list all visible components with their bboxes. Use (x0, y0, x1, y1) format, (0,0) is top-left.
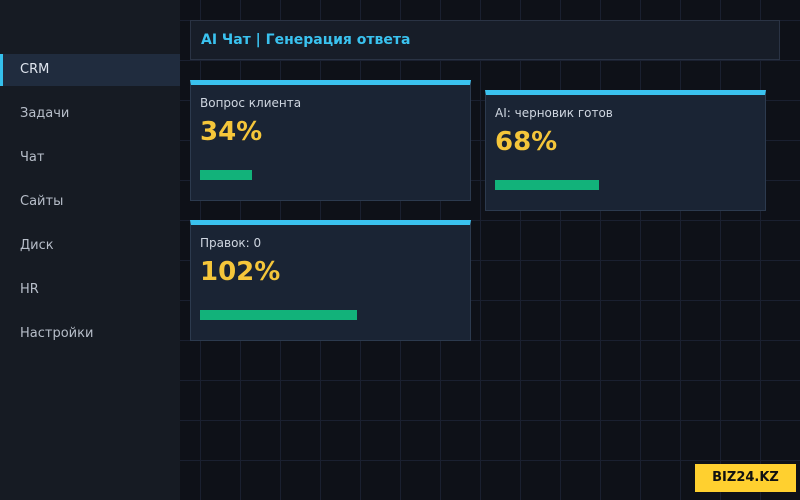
sidebar-item-hr[interactable]: HR (0, 274, 180, 306)
sidebar: CRM Задачи Чат Сайты Диск HR Настройки (0, 0, 180, 500)
sidebar-item-chat[interactable]: Чат (0, 142, 180, 174)
progress-bar-fill (200, 310, 357, 320)
progress-track (495, 180, 756, 190)
card-label: AI: черновик готов (495, 106, 613, 120)
page-header: AI Чат | Генерация ответа (190, 20, 780, 60)
progress-bar-fill (200, 170, 253, 180)
stat-card-edits: Правок: 0 102% (190, 220, 471, 341)
card-value: 68% (495, 127, 558, 157)
sidebar-item-tasks[interactable]: Задачи (0, 98, 180, 130)
card-value: 34% (200, 117, 263, 147)
card-value: 102% (200, 257, 281, 287)
watermark-badge: BIZ24.KZ (695, 464, 796, 492)
sidebar-item-label: Чат (20, 150, 45, 165)
app-window: CRM Задачи Чат Сайты Диск HR Настройки A… (0, 0, 800, 500)
sidebar-item-label: Сайты (20, 194, 64, 209)
progress-track (200, 310, 461, 320)
stat-card-client-question: Вопрос клиента 34% (190, 80, 471, 201)
card-label: Правок: 0 (200, 236, 262, 250)
active-indicator (0, 54, 3, 86)
sidebar-item-label: Задачи (20, 106, 70, 121)
page-title: AI Чат | Генерация ответа (201, 32, 411, 48)
sidebar-item-settings[interactable]: Настройки (0, 318, 180, 350)
sidebar-item-sites[interactable]: Сайты (0, 186, 180, 218)
main-content: AI Чат | Генерация ответа Вопрос клиента… (180, 0, 800, 500)
sidebar-item-label: Настройки (20, 326, 94, 341)
sidebar-item-label: HR (20, 282, 39, 297)
progress-track (200, 170, 461, 180)
sidebar-item-label: Диск (20, 238, 54, 253)
card-label: Вопрос клиента (200, 96, 302, 110)
progress-bar-fill (495, 180, 600, 190)
sidebar-item-disk[interactable]: Диск (0, 230, 180, 262)
watermark-text: BIZ24.KZ (712, 470, 779, 485)
sidebar-item-crm[interactable]: CRM (0, 54, 180, 86)
stat-card-ai-draft: AI: черновик готов 68% (485, 90, 766, 211)
sidebar-item-label: CRM (20, 62, 50, 77)
